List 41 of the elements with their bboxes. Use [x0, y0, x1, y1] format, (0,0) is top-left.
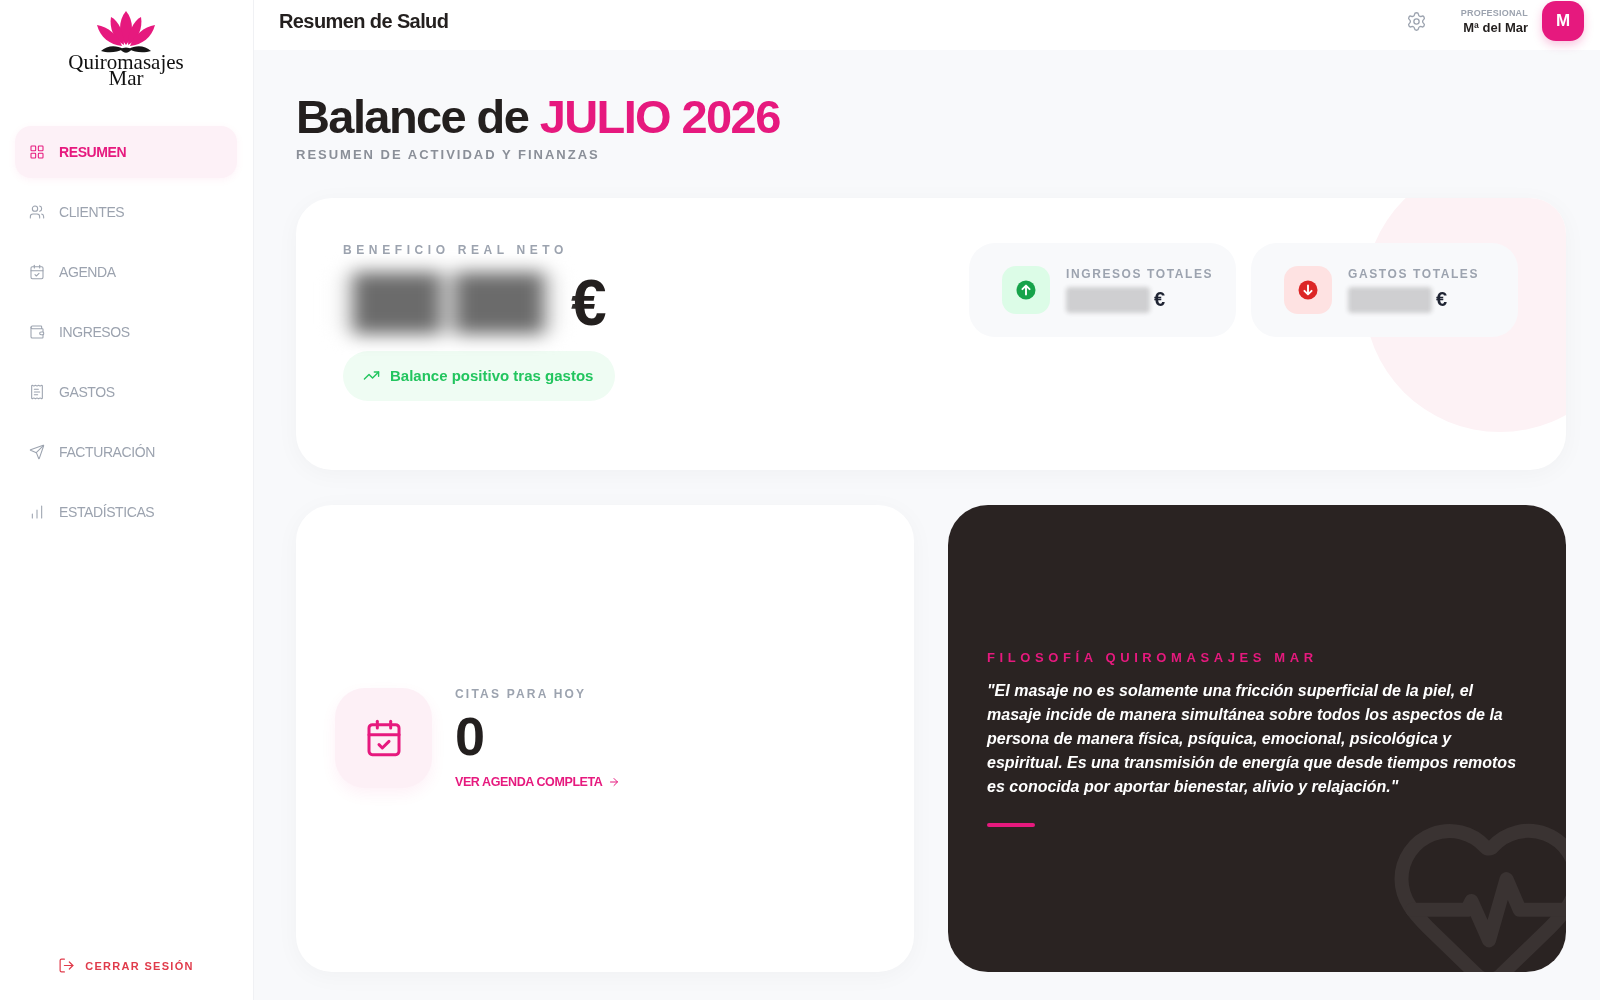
currency-symbol: €: [571, 270, 607, 335]
paper-plane-icon: [29, 444, 45, 460]
currency-symbol: €: [1436, 288, 1448, 312]
balance-status-text: Balance positivo tras gastos: [390, 367, 594, 385]
nav-item[interactable]: FACTURACIÓN: [15, 426, 237, 478]
nav-item[interactable]: RESUMEN: [15, 126, 237, 178]
nav-item[interactable]: INGRESOS: [15, 306, 237, 358]
philosophy-quote: "El masaje no es solamente una fricción superficial de la piel, el masaje incide de manera simultánea sobre todos los aspectos de la persona de manera física, psíquica, emocional, psicológica y espiritual. Es una transmisión de energía que desde tiempos remotos es conocida por aportar bienestar, alivio y relajación.": [987, 680, 1518, 797]
arrow-down-icon: [1284, 265, 1332, 314]
page-title: Balance de: [296, 90, 529, 143]
page-subtitle: RESUMEN DE ACTIVIDAD Y FINANZAS: [296, 146, 601, 162]
balance-label: BENEFICIO REAL NETO: [343, 242, 568, 257]
title-period: JULIO 2026: [539, 90, 780, 143]
nav-item[interactable]: ESTADÍSTICAS: [15, 486, 237, 538]
user-name: Mª del Mar: [1463, 19, 1528, 35]
arrow-right-icon: [607, 776, 620, 789]
nav-item[interactable]: GASTOS: [15, 366, 237, 418]
settings-button[interactable]: [1405, 10, 1427, 32]
bar-chart-icon: [29, 504, 45, 520]
total-label: GASTOS TOTALES: [1348, 266, 1480, 281]
currency-symbol: €: [1154, 288, 1166, 312]
wallet-icon: [29, 324, 45, 340]
nav-item[interactable]: AGENDA: [15, 246, 237, 298]
nav-item[interactable]: CLIENTES: [15, 186, 237, 238]
settings-icon: [1405, 10, 1427, 32]
user-avatar[interactable]: M: [1542, 1, 1584, 41]
total-label: INGRESOS TOTALES: [1066, 266, 1214, 281]
calendar-check-icon: [29, 264, 45, 280]
logout-button[interactable]: CERRAR SESIÓN: [52, 953, 200, 978]
grid-icon: [29, 144, 45, 160]
philosophy-title: FILOSOFÍA QUIROMASAJES MAR: [987, 649, 1319, 665]
appointments-count: 0: [455, 709, 486, 764]
header-title: Resumen de Salud: [279, 9, 449, 33]
arrow-up-icon: [1002, 265, 1050, 314]
appointments-label: CITAS PARA HOY: [455, 687, 587, 702]
receipt-icon: [29, 384, 45, 400]
agenda-link[interactable]: VER AGENDA COMPLETA: [455, 775, 620, 790]
logout-icon: [58, 957, 76, 974]
user-role: PROFESIONAL: [1460, 7, 1528, 18]
users-icon: [29, 204, 45, 220]
calendar-check-icon: [335, 688, 432, 789]
